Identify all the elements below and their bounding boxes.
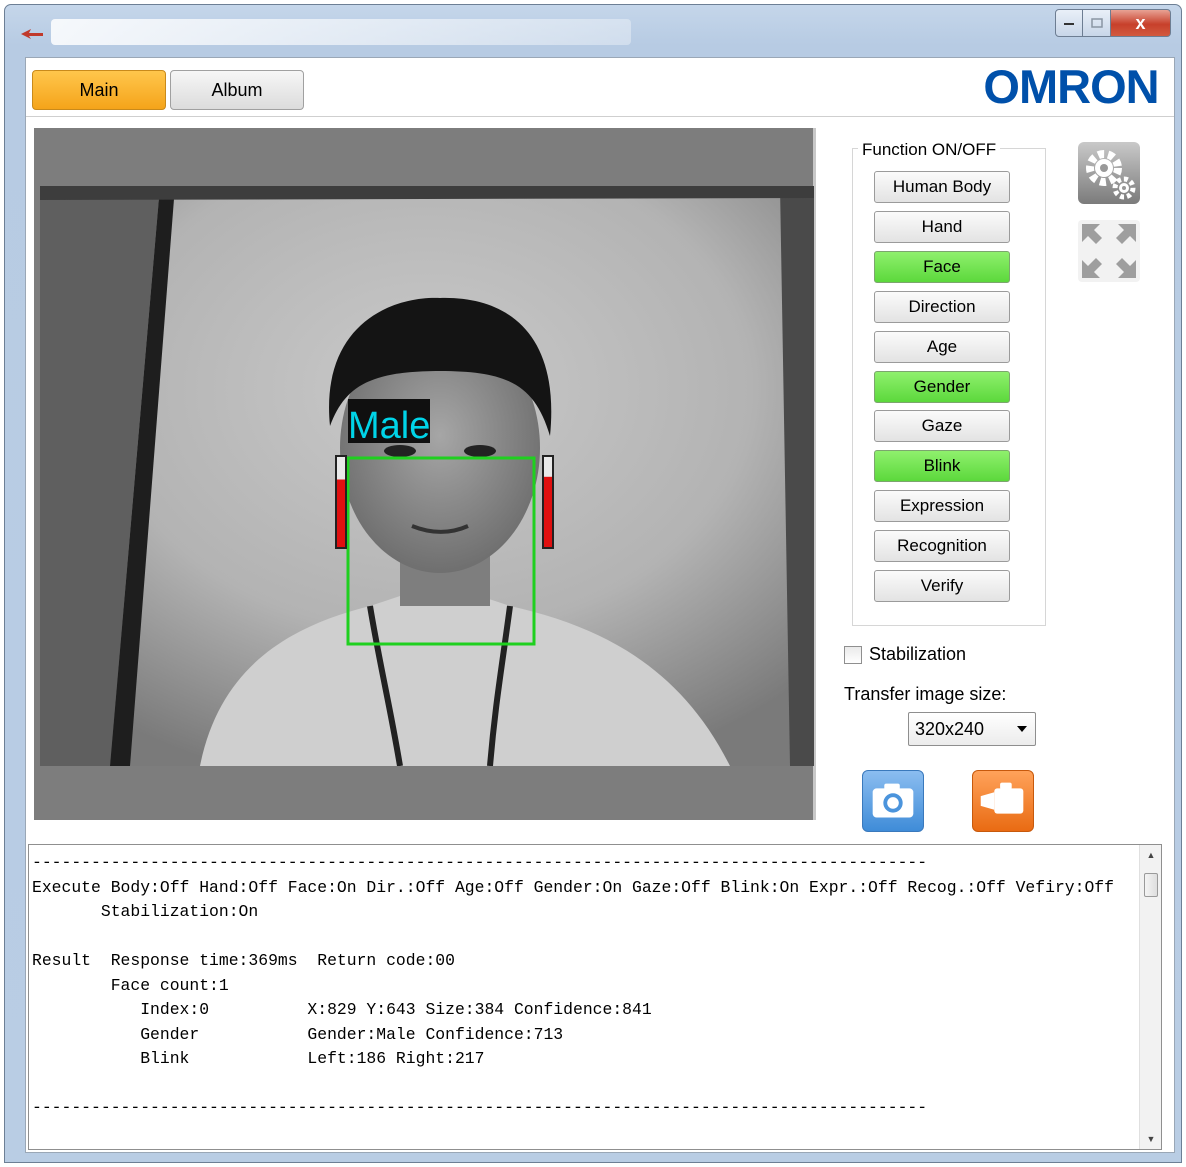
minimize-icon	[1064, 23, 1074, 25]
tab-main-label: Main	[79, 79, 119, 100]
stabilization-checkbox[interactable]: Stabilization	[844, 644, 966, 665]
log-line: Blink Left:186 Right:217	[32, 1049, 485, 1068]
scroll-down-icon[interactable]: ▼	[1140, 1129, 1162, 1149]
app-icon	[21, 29, 43, 39]
function-button-hand[interactable]: Hand	[874, 210, 1010, 243]
window-title	[51, 19, 631, 45]
log-line: ----------------------------------------…	[32, 1098, 928, 1117]
scroll-up-icon[interactable]: ▲	[1140, 845, 1162, 865]
log-line: Stabilization:On	[32, 902, 259, 921]
chevron-down-icon	[1017, 726, 1027, 732]
blink-left-level	[337, 479, 345, 547]
fullscreen-icon[interactable]	[1078, 220, 1140, 282]
divider	[26, 116, 1174, 117]
app-window: x Main Album OMRON Male Function ON/OFF …	[4, 4, 1182, 1163]
function-button-label: Recognition	[897, 536, 987, 556]
transfer-size-value: 320x240	[915, 718, 985, 739]
function-button-face[interactable]: Face	[874, 250, 1010, 283]
function-button-verify[interactable]: Verify	[874, 570, 1010, 602]
function-button-label: Verify	[920, 576, 964, 595]
close-icon: x	[1135, 12, 1146, 33]
log-line: Face count:1	[32, 975, 229, 995]
camera-icon[interactable]	[862, 770, 924, 832]
title-bar[interactable]: x	[5, 5, 1181, 53]
log-text: ----------------------------------------…	[32, 851, 1132, 1147]
omron-logo: OMRON	[983, 62, 1159, 110]
log-output[interactable]: ----------------------------------------…	[28, 844, 1162, 1150]
log-line: Index:0 X:829 Y:643 Size:384 Confidence:…	[32, 1000, 652, 1019]
function-button-label: Age	[926, 336, 958, 356]
main-panel: Main Album OMRON Male Function ON/OFF Hu…	[25, 57, 1175, 1153]
function-button-gender[interactable]: Gender	[874, 370, 1010, 403]
function-button-expression[interactable]: Expression	[874, 490, 1010, 523]
function-button-label: Expression	[899, 496, 985, 516]
stabilization-label: Stabilization	[869, 644, 967, 664]
function-button-label: Face	[923, 256, 961, 276]
minimize-button[interactable]	[1055, 9, 1083, 37]
blink-right-level	[544, 476, 552, 547]
function-button-direction[interactable]: Direction	[874, 290, 1010, 323]
tab-album-label: Album	[211, 79, 263, 100]
window-controls: x	[1055, 9, 1171, 37]
function-button-recognition[interactable]: Recognition	[874, 530, 1010, 563]
log-scrollbar[interactable]: ▲ ▼	[1139, 845, 1161, 1149]
gear-icon[interactable]	[1078, 142, 1140, 204]
function-button-gaze[interactable]: Gaze	[874, 410, 1010, 443]
scroll-thumb[interactable]	[1144, 873, 1158, 897]
camera-preview: Male	[40, 186, 814, 766]
log-line: Result Response time:369ms Return code:0…	[32, 951, 455, 970]
function-button-label: Direction	[908, 296, 976, 316]
tab-main[interactable]: Main	[32, 70, 166, 110]
maximize-icon	[1090, 18, 1103, 28]
log-line: Gender Gender:Male Confidence:713	[32, 1024, 564, 1044]
function-button-label: Gaze	[921, 416, 963, 436]
function-button-label: Hand	[921, 216, 963, 236]
svg-text:OMRON: OMRON	[983, 62, 1158, 110]
function-button-human-body[interactable]: Human Body	[874, 171, 1010, 203]
checkbox-box[interactable]	[844, 645, 862, 664]
function-group-title: Function ON/OFF	[858, 140, 1001, 160]
log-line: Execute Body:Off Hand:Off Face:On Dir.:O…	[32, 877, 1114, 897]
tab-album[interactable]: Album	[170, 70, 304, 110]
gender-overlay-label: Male	[348, 405, 430, 447]
maximize-button[interactable]	[1083, 9, 1111, 37]
transfer-size-select[interactable]: 320x240	[908, 712, 1036, 746]
function-button-age[interactable]: Age	[874, 330, 1010, 363]
function-button-blink[interactable]: Blink	[874, 450, 1010, 483]
log-line: ----------------------------------------…	[32, 853, 928, 872]
transfer-size-label: Transfer image size:	[844, 684, 1007, 704]
function-button-label: Gender	[913, 376, 971, 396]
close-button[interactable]: x	[1111, 9, 1171, 37]
function-button-label: Blink	[923, 456, 961, 476]
function-button-label: Human Body	[892, 177, 992, 196]
video-camera-icon[interactable]	[972, 770, 1034, 832]
